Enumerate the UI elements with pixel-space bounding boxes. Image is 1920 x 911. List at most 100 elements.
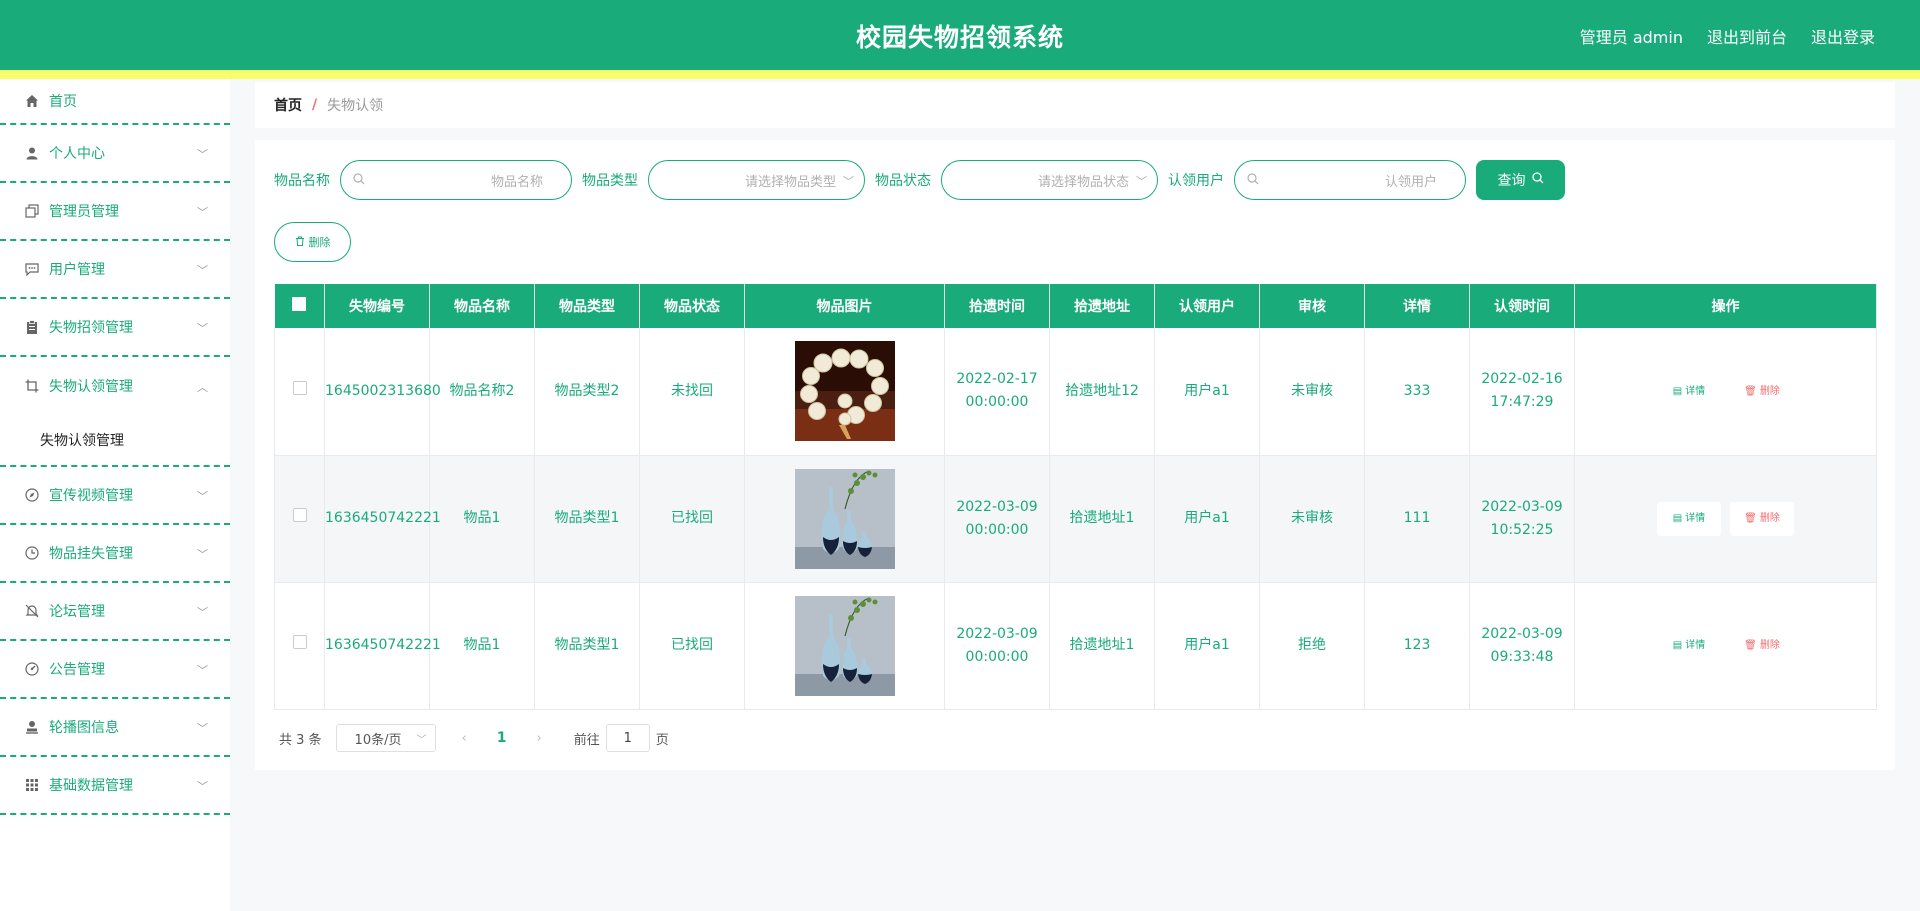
- home-icon: [24, 93, 40, 109]
- search-icon: [1247, 172, 1259, 188]
- sidebar-item-carousel-info[interactable]: 轮播图信息 ﹀: [0, 699, 230, 757]
- sidebar-item-forum-manage[interactable]: 论坛管理 ﹀: [0, 583, 230, 641]
- item-type-select[interactable]: 请选择物品类型 ﹀: [648, 160, 865, 200]
- cell-code: 1645002313680: [324, 328, 441, 456]
- cell-code: 1636450742221: [324, 455, 441, 583]
- claim-user-input[interactable]: 认领用户: [1234, 160, 1466, 200]
- detail-button[interactable]: ▤ 详情: [1657, 629, 1721, 663]
- item-image-vases[interactable]: [794, 595, 895, 696]
- cell-review: 未审核: [1259, 328, 1365, 456]
- delete-button-label: 删除: [1759, 385, 1780, 397]
- delete-button-label: 删除: [1759, 640, 1780, 651]
- detail-button[interactable]: ▤ 详情: [1657, 374, 1721, 408]
- sidebar-item-basic-data-manage[interactable]: 基础数据管理 ﹀: [0, 757, 230, 815]
- goto-label: 前往: [573, 732, 600, 748]
- delete-button[interactable]: 🗑 删除: [1730, 629, 1794, 663]
- column-header: 物品类型: [534, 284, 640, 328]
- sidebar-item-label: 用户管理: [49, 262, 105, 278]
- cell-type: 物品类型1: [534, 455, 640, 583]
- sidebar-item-label: 论坛管理: [49, 604, 105, 620]
- sidebar-item-lost-found-manage[interactable]: 失物招领管理 ﹀: [0, 299, 230, 357]
- item-name-label: 物品名称: [274, 173, 330, 189]
- item-image-vases[interactable]: [794, 468, 895, 569]
- chevron-down-icon: ﹀: [843, 175, 854, 188]
- detail-button-label: 详情: [1685, 385, 1706, 397]
- cell-type: 物品类型2: [534, 328, 640, 456]
- item-image-beads[interactable]: [794, 341, 895, 442]
- item-status-select[interactable]: 请选择物品状态 ﹀: [941, 160, 1158, 200]
- sidebar-item-admin-manage[interactable]: 管理员管理 ﹀: [0, 183, 230, 241]
- cell-address: 拾遗地址12: [1049, 328, 1155, 456]
- chevron-down-icon: ﹀: [197, 606, 208, 619]
- breadcrumb-home[interactable]: 首页: [274, 95, 302, 115]
- main-panel: 物品名称 物品名称 物品类型 请选择物品类型 ﹀ 物品状态 请选择物品状态 ﹀ …: [255, 140, 1895, 770]
- item-name-input[interactable]: 物品名称: [340, 160, 572, 200]
- next-page-icon[interactable]: ›: [537, 731, 542, 746]
- sidebar-item-personal-center[interactable]: 个人中心 ﹀: [0, 125, 230, 183]
- detail-button[interactable]: ▤ 详情: [1657, 501, 1721, 536]
- sidebar-item-loss-report-manage[interactable]: 物品挂失管理 ﹀: [0, 525, 230, 583]
- goto-page-input[interactable]: 1: [605, 724, 650, 752]
- sidebar-item-label: 公告管理: [49, 662, 105, 678]
- sidebar-item-user-manage[interactable]: 用户管理 ﹀: [0, 241, 230, 299]
- cell-user: 用户a1: [1154, 582, 1260, 710]
- prev-page-icon[interactable]: ‹: [462, 731, 467, 746]
- column-header: 操作: [1574, 284, 1877, 328]
- sidebar-subitem-claim-manage[interactable]: 失物认领管理: [0, 415, 230, 465]
- row-checkbox[interactable]: [274, 328, 325, 456]
- sidebar-item-label: 首页: [49, 94, 77, 110]
- sidebar: 首页 个人中心 ﹀ 管理员管理 ﹀ 用户管理 ﹀ 失物招领管理 ﹀ 失物认领管理…: [0, 79, 230, 911]
- sidebar-item-notice-manage[interactable]: 公告管理 ﹀: [0, 641, 230, 699]
- item-type-placeholder: 请选择物品类型: [744, 174, 836, 190]
- sidebar-item-label: 失物认领管理: [49, 379, 133, 395]
- sidebar-item-claim-manage[interactable]: 失物认领管理 ︿: [0, 357, 230, 415]
- page-size-select[interactable]: 10条/页 ﹀: [335, 724, 436, 752]
- trash-icon: [295, 236, 305, 249]
- column-header: 物品名称: [429, 284, 535, 328]
- claim-table: 失物编号 物品名称 物品类型 物品状态 物品图片 拾遗时间 拾遗地址 认领用户 …: [274, 284, 1877, 710]
- table-header-row: 失物编号 物品名称 物品类型 物品状态 物品图片 拾遗时间 拾遗地址 认领用户 …: [274, 284, 1877, 328]
- cell-status: 已找回: [639, 582, 745, 710]
- table-row: 1645002313680 物品名称2 物品类型2 未找回 2022-02-17…: [274, 328, 1877, 456]
- sidebar-group-claim-manage: 失物认领管理 ︿ 失物认领管理: [0, 357, 230, 467]
- row-checkbox[interactable]: [274, 582, 325, 710]
- sidebar-item-label: 基础数据管理: [49, 778, 133, 794]
- detail-button-label: 详情: [1685, 513, 1706, 524]
- user-icon: [24, 145, 40, 161]
- logout-link[interactable]: 退出登录: [1811, 24, 1875, 48]
- delete-button[interactable]: 🗑 删除: [1730, 501, 1794, 536]
- sidebar-item-label: 个人中心: [49, 146, 105, 162]
- filter-bar: 物品名称 物品名称 物品类型 请选择物品类型 ﹀ 物品状态 请选择物品状态 ﹀ …: [274, 160, 1565, 200]
- cell-pick-time: 2022-03-09 00:00:00: [944, 582, 1050, 710]
- cell-code: 1636450742221: [324, 582, 441, 710]
- item-status-label: 物品状态: [875, 173, 931, 189]
- cell-actions: ▤ 详情 🗑 删除: [1574, 328, 1877, 456]
- cell-user: 用户a1: [1154, 455, 1260, 583]
- chevron-down-icon: ﹀: [197, 664, 208, 677]
- delete-button[interactable]: 🗑 删除: [1730, 374, 1794, 408]
- sidebar-item-label: 物品挂失管理: [49, 546, 133, 562]
- batch-delete-button[interactable]: 删除: [274, 222, 351, 262]
- page-suffix: 页: [655, 732, 669, 748]
- cell-image: [744, 455, 945, 583]
- page-number-current[interactable]: 1: [497, 730, 507, 746]
- chevron-down-icon: ﹀: [197, 548, 208, 561]
- chevron-up-icon: ︿: [197, 381, 208, 394]
- select-all-checkbox[interactable]: [274, 284, 325, 328]
- crop-icon: [24, 378, 40, 394]
- row-checkbox[interactable]: [274, 455, 325, 583]
- sidebar-item-video-manage[interactable]: 宣传视频管理 ﹀: [0, 467, 230, 525]
- bell-off-icon: [24, 603, 40, 619]
- exit-to-front-link[interactable]: 退出到前台: [1707, 24, 1787, 48]
- cell-claim-time: 2022-03-09 09:33:48: [1469, 582, 1575, 710]
- grid-icon: [24, 777, 40, 793]
- sidebar-item-home[interactable]: 首页: [0, 79, 230, 125]
- breadcrumb-separator: /: [312, 97, 318, 113]
- trash-icon: 🗑: [1744, 385, 1757, 397]
- column-header: 认领时间: [1469, 284, 1575, 328]
- query-button[interactable]: 查询: [1476, 160, 1565, 200]
- item-type-label: 物品类型: [582, 173, 638, 189]
- column-header: 失物编号: [324, 284, 430, 328]
- admin-user-link[interactable]: 管理员 admin: [1580, 24, 1683, 48]
- sidebar-item-label: 轮播图信息: [49, 720, 119, 736]
